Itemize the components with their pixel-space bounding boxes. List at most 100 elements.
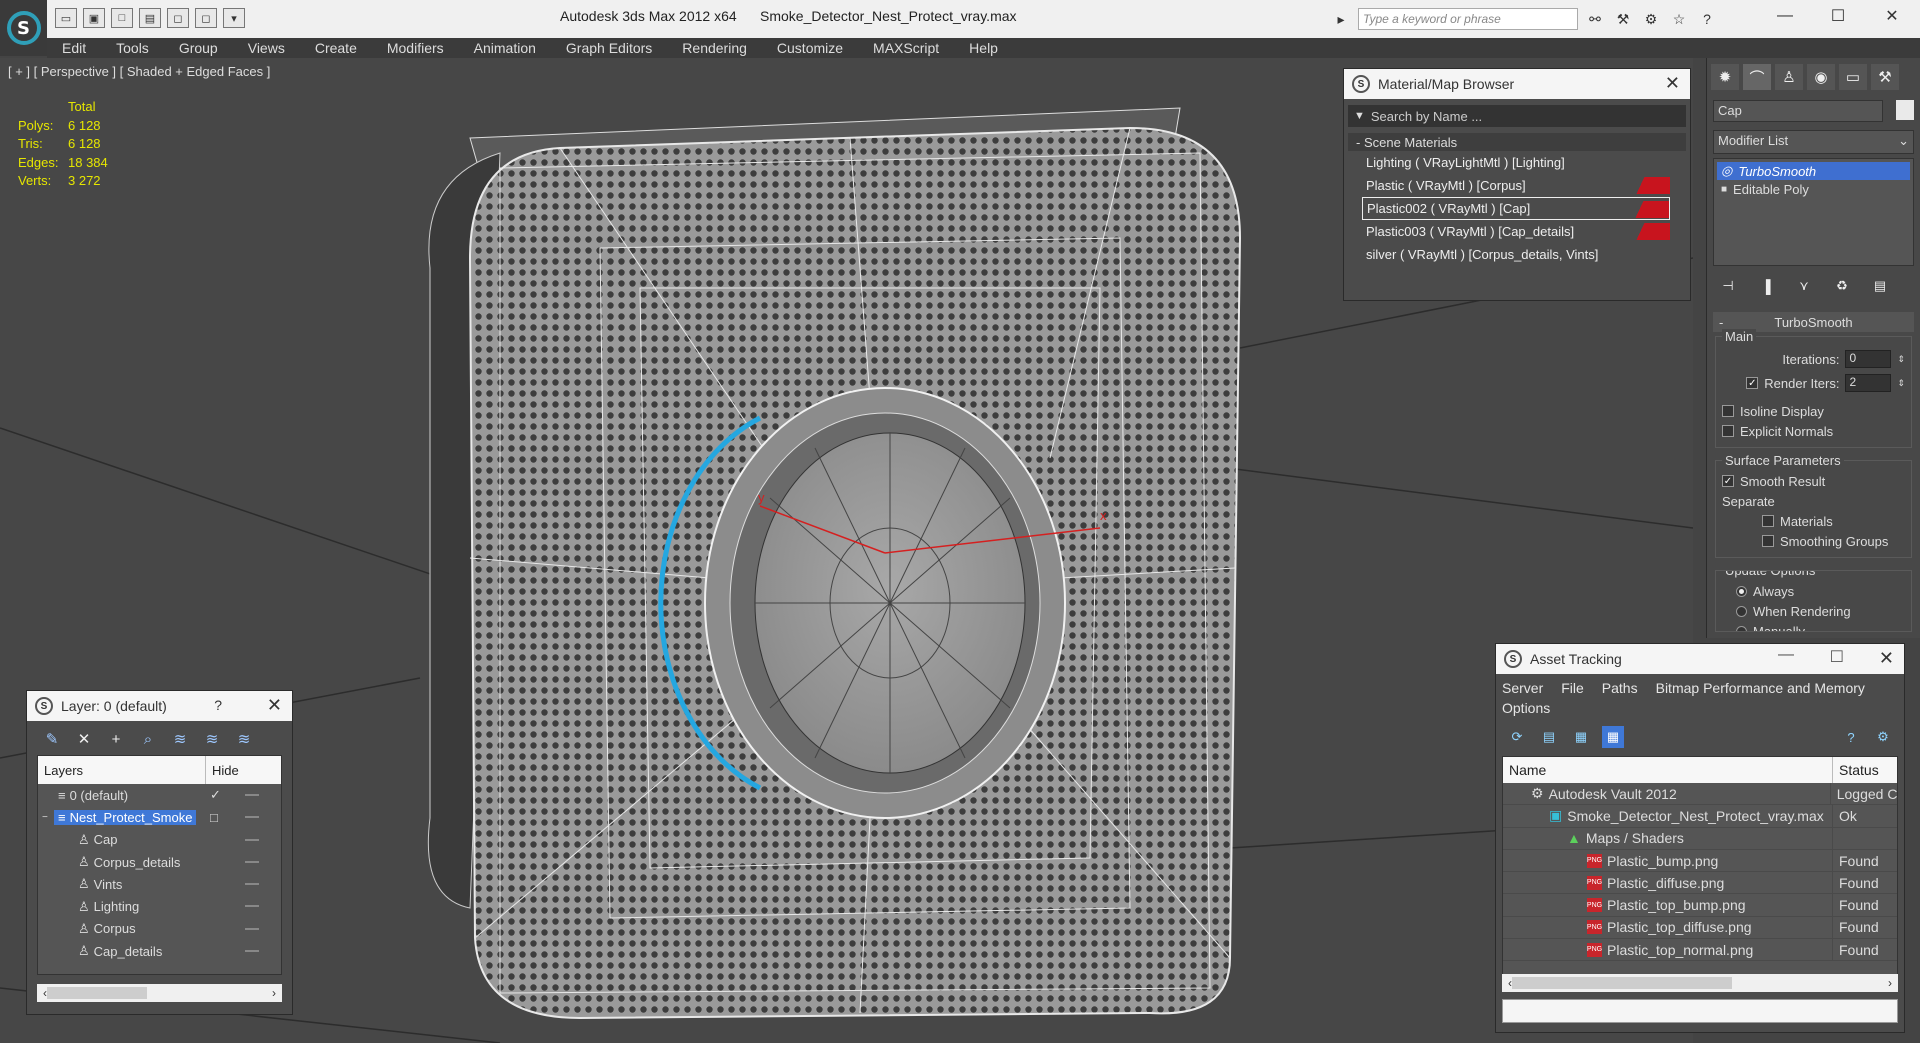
status-column-header[interactable]: Status: [1833, 757, 1885, 783]
display-tab-icon[interactable]: ▭: [1839, 64, 1867, 90]
material-item[interactable]: Plastic003 ( VRayMtl ) [Cap_details]: [1362, 220, 1670, 243]
menu-customize[interactable]: Customize: [762, 38, 858, 58]
scroll-right-icon[interactable]: ›: [272, 986, 276, 1000]
asset-tracking-titlebar[interactable]: S Asset Tracking — ☐ ✕: [1496, 644, 1904, 674]
expand-icon[interactable]: −: [38, 812, 54, 823]
scroll-right-icon[interactable]: ›: [1888, 976, 1892, 990]
help-button[interactable]: ?: [214, 697, 222, 713]
scene-materials-group[interactable]: - Scene Materials: [1348, 133, 1686, 151]
asset-row[interactable]: ▣ Smoke_Detector_Nest_Protect_vray.max Ok: [1503, 805, 1897, 828]
menu-rendering[interactable]: Rendering: [667, 38, 762, 58]
layer-object-row[interactable]: ♙ Cap: [38, 829, 281, 851]
hide-toggle[interactable]: [245, 838, 259, 841]
help-icon[interactable]: ?: [1696, 8, 1718, 30]
hide-column-header[interactable]: Hide: [206, 756, 245, 784]
asset-row[interactable]: PNG Plastic_diffuse.png Found: [1503, 872, 1897, 895]
add-to-layer-icon[interactable]: +: [105, 729, 127, 749]
open-file-icon[interactable]: ▭: [55, 8, 77, 28]
subscription-icon[interactable]: ⚒: [1612, 8, 1634, 30]
create-layer-icon[interactable]: ✎: [41, 729, 63, 749]
close-icon[interactable]: ✕: [1665, 73, 1680, 94]
new-scene-icon[interactable]: □: [111, 8, 133, 28]
menu-animation[interactable]: Animation: [459, 38, 551, 58]
app-logo-button[interactable]: S: [0, 0, 47, 56]
menu-views[interactable]: Views: [233, 38, 300, 58]
asset-row[interactable]: PNG Plastic_top_normal.png Found: [1503, 939, 1897, 962]
material-browser-titlebar[interactable]: S Material/Map Browser ✕: [1344, 69, 1690, 99]
layer-object-row[interactable]: ♙ Corpus: [38, 918, 281, 940]
explicit-normals-checkbox[interactable]: [1722, 425, 1734, 437]
modify-tab-icon[interactable]: ⌒: [1743, 64, 1771, 90]
hide-toggle[interactable]: [245, 860, 259, 863]
asset-row[interactable]: PNG Plastic_top_bump.png Found: [1503, 894, 1897, 917]
communication-icon[interactable]: ⚙: [1640, 8, 1662, 30]
maximize-icon[interactable]: ☐: [1830, 647, 1844, 667]
layers-column-header[interactable]: Layers: [38, 756, 206, 784]
object-color-swatch[interactable]: [1896, 100, 1914, 120]
make-unique-icon[interactable]: ⋎: [1793, 276, 1815, 296]
name-column-header[interactable]: Name: [1503, 757, 1833, 783]
minimize-icon[interactable]: —: [1778, 646, 1794, 664]
menu-bitmap-performance[interactable]: Bitmap Performance and Memory: [1656, 680, 1865, 696]
motion-tab-icon[interactable]: ◉: [1807, 64, 1835, 90]
spinner-arrows-icon[interactable]: ⇕: [1897, 378, 1905, 389]
render-iters-checkbox[interactable]: ✓: [1746, 377, 1759, 389]
object-name-field[interactable]: Cap: [1713, 100, 1883, 122]
asset-horizontal-scrollbar[interactable]: ‹ ›: [1502, 974, 1898, 992]
material-item-selected[interactable]: Plastic002 ( VRayMtl ) [Cap]: [1362, 197, 1670, 220]
hide-toggle[interactable]: [245, 927, 259, 930]
hide-all-layers-icon[interactable]: ≋: [201, 729, 223, 749]
layer-row[interactable]: ≡ 0 (default) ✓: [38, 784, 281, 806]
expand-arrow-icon[interactable]: ▸: [1330, 8, 1352, 30]
hide-toggle[interactable]: [245, 905, 259, 908]
select-in-layer-icon[interactable]: ⌕: [137, 729, 159, 749]
lightbulb-icon[interactable]: ◎: [1721, 163, 1732, 179]
create-tab-icon[interactable]: ✹: [1711, 64, 1739, 90]
layer-object-row[interactable]: ♙ Lighting: [38, 895, 281, 917]
maximize-icon[interactable]: ☐: [1818, 4, 1858, 28]
settings-icon[interactable]: ⚙: [1872, 726, 1894, 748]
minimize-icon[interactable]: —: [1765, 4, 1805, 28]
separate-materials-checkbox[interactable]: [1762, 515, 1774, 527]
layer-horizontal-scrollbar[interactable]: ‹ ›: [37, 984, 282, 1002]
spinner-arrows-icon[interactable]: ⇕: [1897, 354, 1905, 365]
hide-toggle[interactable]: [245, 816, 259, 819]
utilities-tab-icon[interactable]: ⚒: [1871, 64, 1899, 90]
hold-icon[interactable]: ▤: [139, 8, 161, 28]
configure-sets-icon[interactable]: ▤: [1869, 276, 1891, 296]
menu-file[interactable]: File: [1561, 680, 1584, 696]
update-manually-radio[interactable]: [1736, 625, 1747, 631]
table-view-icon[interactable]: ▦: [1602, 726, 1624, 748]
asset-row[interactable]: PNG Plastic_top_diffuse.png Found: [1503, 916, 1897, 940]
list-view-icon[interactable]: ▤: [1538, 726, 1560, 748]
save-file-icon[interactable]: ▣: [83, 8, 105, 28]
remove-modifier-icon[interactable]: ♻: [1831, 276, 1853, 296]
undo-icon[interactable]: ◻: [167, 8, 189, 28]
menu-paths[interactable]: Paths: [1602, 680, 1638, 696]
menu-server[interactable]: Server: [1502, 680, 1543, 696]
smooth-result-checkbox[interactable]: ✓: [1722, 475, 1734, 487]
current-layer-checkbox[interactable]: □: [210, 810, 218, 825]
material-search-input[interactable]: ▼ Search by Name ...: [1348, 105, 1686, 127]
stack-item-turbosmooth[interactable]: ◎ TurboSmooth: [1717, 162, 1910, 180]
asset-row[interactable]: PNG Plastic_bump.png Found: [1503, 849, 1897, 873]
layer-object-row[interactable]: ♙ Cap_details: [38, 940, 281, 962]
menu-tools[interactable]: Tools: [101, 38, 164, 58]
stack-item-editable-poly[interactable]: ■ Editable Poly: [1717, 180, 1910, 198]
close-icon[interactable]: ✕: [1879, 648, 1894, 669]
menu-edit[interactable]: Edit: [47, 38, 101, 58]
menu-maxscript[interactable]: MAXScript: [858, 38, 954, 58]
hide-toggle[interactable]: [245, 883, 259, 886]
menu-modifiers[interactable]: Modifiers: [372, 38, 459, 58]
asset-row[interactable]: ⚙ Autodesk Vault 2012 Logged C: [1503, 783, 1897, 806]
toolbar-dropdown-icon[interactable]: ▾: [223, 8, 245, 28]
scroll-thumb[interactable]: [47, 987, 147, 999]
isoline-display-checkbox[interactable]: [1722, 405, 1734, 417]
layer-object-row[interactable]: ♙ Vints: [38, 873, 281, 895]
expand-box-icon[interactable]: ■: [1721, 184, 1727, 195]
layer-row-selected[interactable]: − ≡ Nest_Protect_Smoke □: [38, 806, 281, 828]
menu-options[interactable]: Options: [1502, 700, 1550, 716]
asset-row[interactable]: ▲ Maps / Shaders: [1503, 827, 1897, 850]
delete-layer-icon[interactable]: ✕: [73, 729, 95, 749]
keyword-search-input[interactable]: Type a keyword or phrase: [1358, 8, 1578, 30]
